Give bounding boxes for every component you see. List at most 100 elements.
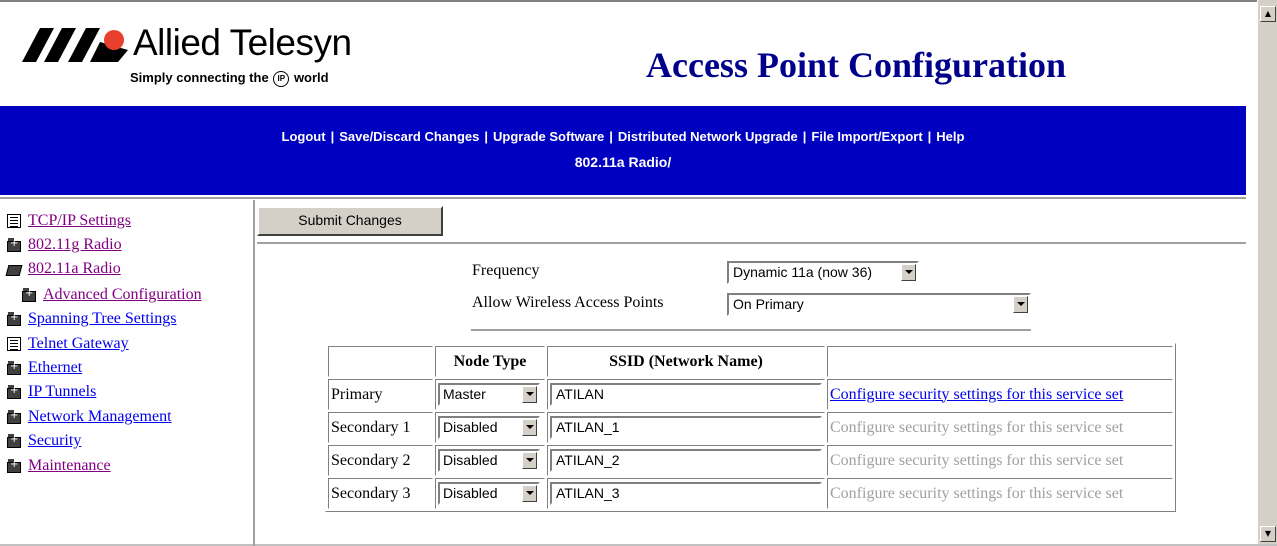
header: Allied Telesyn Simply connecting the IP …	[0, 4, 1257, 104]
node-type-value: Master	[443, 386, 486, 402]
table-header-row: Node Type SSID (Network Name)	[328, 346, 1173, 377]
sidebar-item-security[interactable]: Security	[7, 430, 81, 452]
security-link-cell: Configure security settings for this ser…	[827, 379, 1173, 410]
ip-circle-icon: IP	[273, 70, 290, 87]
sidebar-item-80211g[interactable]: 802.11g Radio	[7, 234, 122, 256]
chevron-down-icon[interactable]	[522, 485, 537, 502]
sidebar-item-tcpip[interactable]: TCP/IP Settings	[7, 210, 131, 232]
ssid-input[interactable]: ATILAN_2	[550, 449, 822, 472]
header-bar-top	[0, 106, 1246, 126]
page-title: Access Point Configuration	[646, 45, 1066, 85]
table-row: Secondary 1 Disabled ATILAN_1 Configure …	[328, 412, 1173, 443]
sidebar-item-label[interactable]: Network Management	[28, 408, 172, 426]
ssid-input[interactable]: ATILAN_3	[550, 482, 822, 505]
sidebar-item-ethernet[interactable]: Ethernet	[7, 357, 82, 379]
sidebar-item-label[interactable]: Security	[28, 432, 81, 450]
sidebar-item-label[interactable]: Spanning Tree Settings	[28, 310, 176, 328]
nav-link-distributed-upgrade[interactable]: Distributed Network Upgrade	[618, 129, 798, 144]
nav-link-help[interactable]: Help	[936, 129, 964, 144]
nav-link-logout[interactable]: Logout	[282, 129, 326, 144]
folder-closed-icon	[7, 434, 21, 448]
node-type-cell: Master	[435, 379, 545, 410]
vertical-scrollbar[interactable]: ▲ ▼	[1257, 0, 1277, 544]
allow-select-value: On Primary	[733, 296, 804, 312]
row-label: Secondary 2	[328, 445, 433, 476]
node-type-value: Disabled	[443, 485, 498, 501]
chevron-down-icon[interactable]	[522, 386, 537, 403]
chevron-down-icon[interactable]	[522, 452, 537, 469]
sidebar-item-label[interactable]: Ethernet	[28, 359, 82, 377]
allow-wireless-aps-label: Allow Wireless Access Points	[472, 294, 664, 311]
sidebar-item-label[interactable]: 802.11g Radio	[28, 236, 122, 254]
document-icon	[7, 337, 21, 351]
sidebar-item-network-management[interactable]: Network Management	[7, 406, 172, 428]
frequency-select[interactable]: Dynamic 11a (now 36)	[727, 261, 919, 284]
frequency-select-value: Dynamic 11a (now 36)	[733, 264, 873, 280]
allied-telesyn-logo: Allied Telesyn Simply connecting the IP …	[22, 22, 402, 92]
sidebar: TCP/IP Settings 802.11g Radio 802.11a Ra…	[0, 200, 255, 546]
ssid-cell: ATILAN_2	[547, 445, 825, 476]
ssid-input[interactable]: ATILAN	[550, 383, 822, 406]
submit-changes-button[interactable]: Submit Changes	[257, 206, 443, 236]
sidebar-item-telnet-gateway[interactable]: Telnet Gateway	[7, 333, 129, 355]
allow-wireless-aps-select[interactable]: On Primary	[727, 293, 1031, 316]
nav-link-file-import-export[interactable]: File Import/Export	[811, 129, 922, 144]
nav-link-upgrade-software[interactable]: Upgrade Software	[493, 129, 604, 144]
chevron-down-icon[interactable]	[522, 419, 537, 436]
security-link-cell: Configure security settings for this ser…	[827, 412, 1173, 443]
security-link-cell: Configure security settings for this ser…	[827, 478, 1173, 509]
sidebar-item-label[interactable]: Advanced Configuration	[43, 286, 202, 304]
folder-closed-icon	[7, 312, 21, 326]
table-header	[827, 346, 1173, 377]
divider	[471, 329, 1031, 331]
chevron-down-icon[interactable]	[901, 264, 916, 281]
folder-closed-icon	[22, 288, 36, 302]
sidebar-item-label[interactable]: Telnet Gateway	[28, 335, 129, 353]
table-row: Secondary 2 Disabled ATILAN_2 Configure …	[328, 445, 1173, 476]
sidebar-item-maintenance[interactable]: Maintenance	[7, 455, 111, 477]
sidebar-item-label[interactable]: Maintenance	[28, 457, 111, 475]
ssid-input[interactable]: ATILAN_1	[550, 416, 822, 439]
folder-open-icon	[5, 265, 23, 276]
configure-security-link-disabled: Configure security settings for this ser…	[830, 451, 1124, 469]
chevron-down-icon[interactable]	[1013, 296, 1028, 313]
nav-link-save-discard[interactable]: Save/Discard Changes	[339, 129, 479, 144]
sidebar-item-spanning-tree[interactable]: Spanning Tree Settings	[7, 308, 176, 330]
service-set-table: Node Type SSID (Network Name) Primary Ma…	[325, 343, 1176, 512]
breadcrumb: 802.11a Radio/	[0, 148, 1246, 178]
frequency-label: Frequency	[472, 262, 540, 279]
node-type-select[interactable]: Disabled	[438, 416, 540, 439]
configure-security-link-disabled: Configure security settings for this ser…	[830, 418, 1124, 436]
node-type-select[interactable]: Disabled	[438, 449, 540, 472]
scroll-up-arrow-icon[interactable]: ▲	[1260, 6, 1276, 22]
folder-closed-icon	[7, 385, 21, 399]
folder-closed-icon	[7, 238, 21, 252]
document-icon	[7, 214, 21, 228]
row-label: Secondary 3	[328, 478, 433, 509]
folder-closed-icon	[7, 410, 21, 424]
sidebar-item-label[interactable]: IP Tunnels	[28, 383, 96, 401]
ssid-cell: ATILAN_1	[547, 412, 825, 443]
sidebar-item-label[interactable]: 802.11a Radio	[28, 260, 121, 278]
sidebar-item-80211a[interactable]: 802.11a Radio	[5, 258, 121, 280]
top-nav: Logout | Save/Discard Changes | Upgrade Soft…	[0, 126, 1246, 148]
sidebar-item-advanced-config[interactable]: Advanced Configuration	[22, 284, 202, 306]
configure-security-link[interactable]: Configure security settings for this ser…	[830, 386, 1123, 403]
table-header: Node Type	[435, 346, 545, 377]
configure-security-link-disabled: Configure security settings for this ser…	[830, 484, 1124, 502]
folder-closed-icon	[7, 361, 21, 375]
logo-mark-icon	[22, 28, 128, 62]
node-type-cell: Disabled	[435, 478, 545, 509]
node-type-select[interactable]: Disabled	[438, 482, 540, 505]
row-label: Secondary 1	[328, 412, 433, 443]
row-label: Primary	[328, 379, 433, 410]
scroll-down-arrow-icon[interactable]: ▼	[1260, 526, 1276, 542]
security-link-cell: Configure security settings for this ser…	[827, 445, 1173, 476]
divider	[257, 242, 1246, 244]
node-type-select[interactable]: Master	[438, 383, 540, 406]
sidebar-item-ip-tunnels[interactable]: IP Tunnels	[7, 381, 96, 403]
logo-tagline: Simply connecting the IP world	[130, 70, 329, 87]
ssid-cell: ATILAN_3	[547, 478, 825, 509]
node-type-cell: Disabled	[435, 412, 545, 443]
sidebar-item-label[interactable]: TCP/IP Settings	[28, 212, 131, 230]
